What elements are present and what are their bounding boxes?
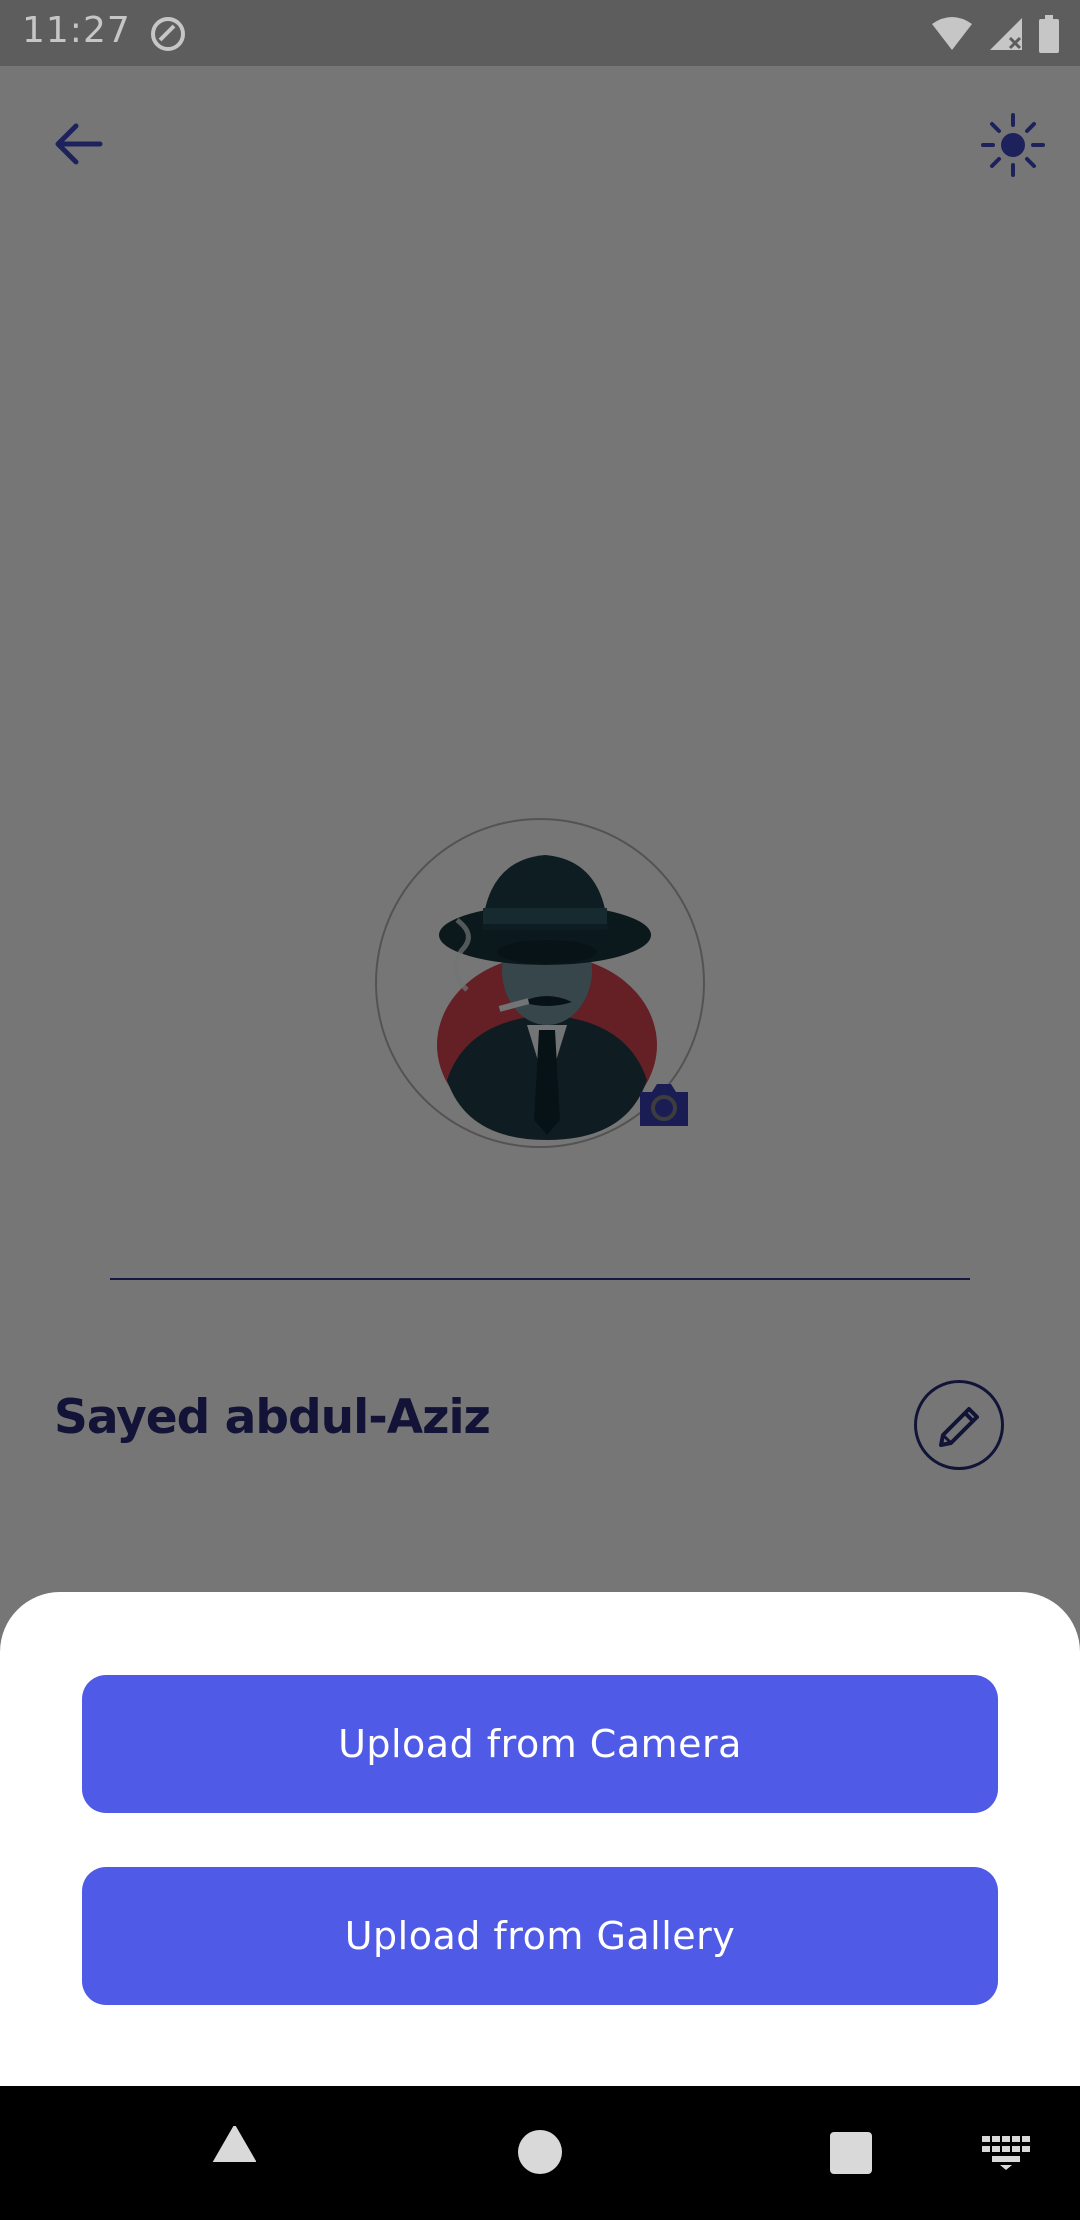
- signal-no-service-icon: [990, 18, 1022, 50]
- upload-bottom-sheet: Upload from Camera Upload from Gallery: [0, 1592, 1080, 2088]
- battery-icon: [1039, 15, 1059, 53]
- wifi-icon: [932, 17, 972, 50]
- nav-back-icon[interactable]: [204, 2126, 256, 2178]
- keyboard-icon[interactable]: [982, 2136, 1030, 2170]
- upload-from-camera-button[interactable]: Upload from Camera: [82, 1675, 998, 1813]
- navigation-bar: [0, 2086, 1080, 2220]
- data-saver-icon: [151, 17, 185, 51]
- nav-home-icon[interactable]: [518, 2130, 562, 2174]
- upload-from-gallery-button[interactable]: Upload from Gallery: [82, 1867, 998, 2005]
- status-time: 11:27: [22, 10, 131, 51]
- nav-recents-icon[interactable]: [830, 2132, 872, 2174]
- status-bar: 11:27: [0, 0, 1080, 66]
